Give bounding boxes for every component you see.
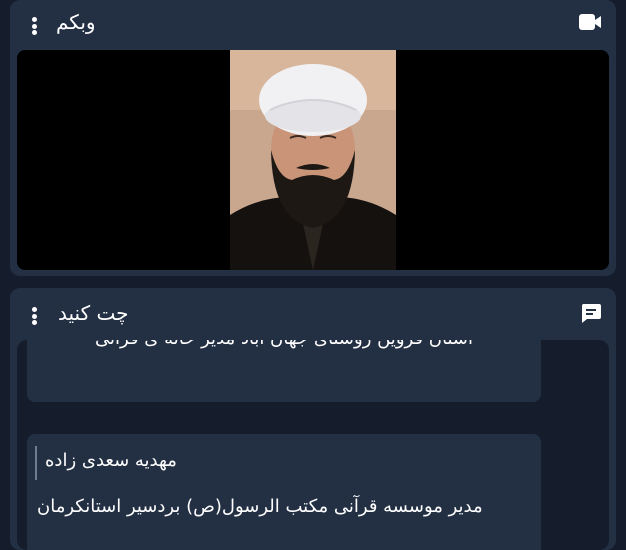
chat-message-list[interactable]: استان قزوین روستای جهان آباد مدیر خانه ی… — [17, 340, 609, 550]
chat-message: مهدیه سعدی زاده مدیر موسسه قرآنی مکتب ال… — [27, 434, 541, 550]
chat-message-text: استان قزوین روستای جهان آباد مدیر خانه ی… — [95, 340, 473, 349]
webcam-header: وبکم — [10, 0, 616, 48]
webcam-video-frame — [230, 50, 396, 270]
chat-message-sender: مهدیه سعدی زاده — [45, 450, 177, 471]
sender-divider — [35, 446, 37, 480]
chat-message-text: مدیر موسسه قرآنی مکتب الرسول(ص) بردسیر ا… — [37, 496, 483, 517]
webcam-title: وبکم — [56, 10, 96, 34]
chat-bubble-icon[interactable] — [580, 302, 602, 324]
chat-header: چت کنید — [10, 288, 616, 336]
video-camera-icon[interactable] — [578, 12, 602, 32]
chat-title: چت کنید — [58, 301, 129, 325]
webcam-video[interactable] — [17, 50, 609, 270]
person-image — [230, 50, 396, 270]
webcam-panel: وبکم — [10, 0, 616, 276]
chat-menu-icon[interactable] — [26, 304, 42, 328]
chat-panel: چت کنید استان قزوین روستای جهان آباد مدی… — [10, 288, 616, 550]
webcam-menu-icon[interactable] — [26, 14, 42, 38]
chat-message: استان قزوین روستای جهان آباد مدیر خانه ی… — [27, 340, 541, 402]
